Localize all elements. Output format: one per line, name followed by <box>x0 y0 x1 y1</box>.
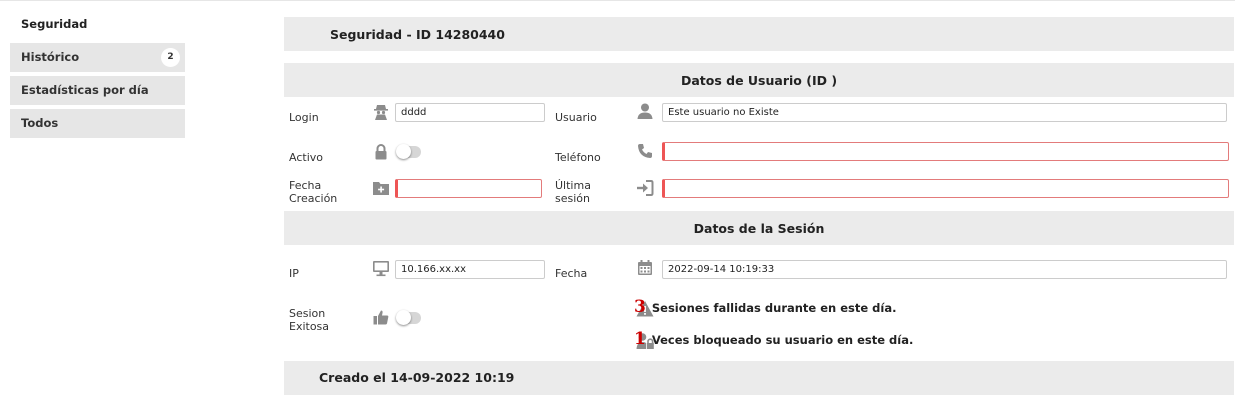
telefono-label: Teléfono <box>555 151 601 164</box>
ip-field[interactable]: 10.166.xx.xx <box>395 260 545 279</box>
count-badge: 2 <box>161 48 180 67</box>
thumbs-up-icon <box>373 310 389 325</box>
ip-row: IP 10.166.xx.xx Fecha 2022-09-14 10:19:3… <box>284 245 1234 291</box>
blocked-text: Veces bloqueado su usuario en este día. <box>651 333 914 347</box>
fecha-creacion-label: Fecha Creación <box>289 179 337 205</box>
failed-sessions-text: Sesiones fallidas durante en este día. <box>651 301 897 315</box>
fecha-field[interactable]: 2022-09-14 10:19:33 <box>662 260 1227 279</box>
sidebar-item-historico[interactable]: Histórico 2 <box>10 43 185 72</box>
sidebar-item-seguridad[interactable]: Seguridad <box>10 10 185 39</box>
failed-sessions-stat: 3 Sesiones fallidas durante en este día. <box>634 297 896 317</box>
sesion-exitosa-label: Sesion Exitosa <box>289 307 329 333</box>
usuario-label: Usuario <box>555 111 597 124</box>
login-label: Login <box>289 111 319 124</box>
blocked-count: 1 <box>634 329 646 349</box>
ip-label: IP <box>289 267 299 280</box>
folder-plus-icon <box>373 182 389 195</box>
sesion-exitosa-row: Sesion Exitosa 3 Sesiones fallidas duran… <box>284 291 1234 361</box>
monitor-icon <box>373 261 389 277</box>
user-icon <box>637 103 653 119</box>
login-field[interactable]: dddd <box>395 103 545 122</box>
top-divider <box>0 0 1235 1</box>
lock-icon <box>375 144 387 160</box>
sesion-exitosa-toggle[interactable] <box>396 310 421 325</box>
activo-toggle[interactable] <box>396 144 421 159</box>
activo-label: Activo <box>289 151 323 164</box>
blocked-stat: 1 Veces bloqueado su usuario en este día… <box>634 329 913 349</box>
fecha-label: Fecha <box>555 267 588 280</box>
sidebar-item-estadisticas[interactable]: Estadísticas por día <box>10 76 185 105</box>
user-section-title: Datos de Usuario (ID ) <box>284 63 1234 97</box>
sidebar-item-label: Seguridad <box>21 17 88 31</box>
usuario-field[interactable]: Este usuario no Existe <box>662 103 1227 122</box>
telefono-field[interactable] <box>662 142 1229 161</box>
ultima-sesion-label-line1: Última <box>555 179 591 192</box>
fecha-creacion-field[interactable] <box>395 179 542 198</box>
fecha-creacion-label-line1: Fecha <box>289 179 322 192</box>
spy-icon <box>374 105 388 120</box>
failed-sessions-count: 3 <box>634 297 646 317</box>
activo-row: Activo Teléfono <box>284 141 1234 179</box>
fecha-creacion-row: Fecha Creación Última sesión <box>284 179 1234 211</box>
login-row: Login dddd Usuario Este usuario no Exist… <box>284 97 1234 141</box>
sidebar-item-todos[interactable]: Todos <box>10 109 185 138</box>
phone-icon <box>638 144 652 158</box>
created-footer: Creado el 14-09-2022 10:19 <box>284 361 1234 395</box>
calendar-icon <box>638 260 652 275</box>
fecha-creacion-label-line2: Creación <box>289 192 338 205</box>
page-title: Seguridad - ID 14280440 <box>284 17 1234 51</box>
sidebar-item-label: Histórico <box>21 50 80 64</box>
main-panel: Seguridad - ID 14280440 Datos de Usuario… <box>284 17 1234 395</box>
ultima-sesion-field[interactable] <box>662 179 1229 198</box>
sidebar-item-label: Todos <box>21 116 59 130</box>
sesion-exitosa-label-line1: Sesion <box>289 307 326 320</box>
sign-in-icon <box>637 180 654 196</box>
sidebar-item-label: Estadísticas por día <box>21 83 149 97</box>
ultima-sesion-label: Última sesión <box>555 179 591 205</box>
session-section-title: Datos de la Sesión <box>284 211 1234 245</box>
sesion-exitosa-label-line2: Exitosa <box>289 320 330 333</box>
sidebar: Seguridad Histórico 2 Estadísticas por d… <box>10 10 185 142</box>
ultima-sesion-label-line2: sesión <box>555 192 590 205</box>
